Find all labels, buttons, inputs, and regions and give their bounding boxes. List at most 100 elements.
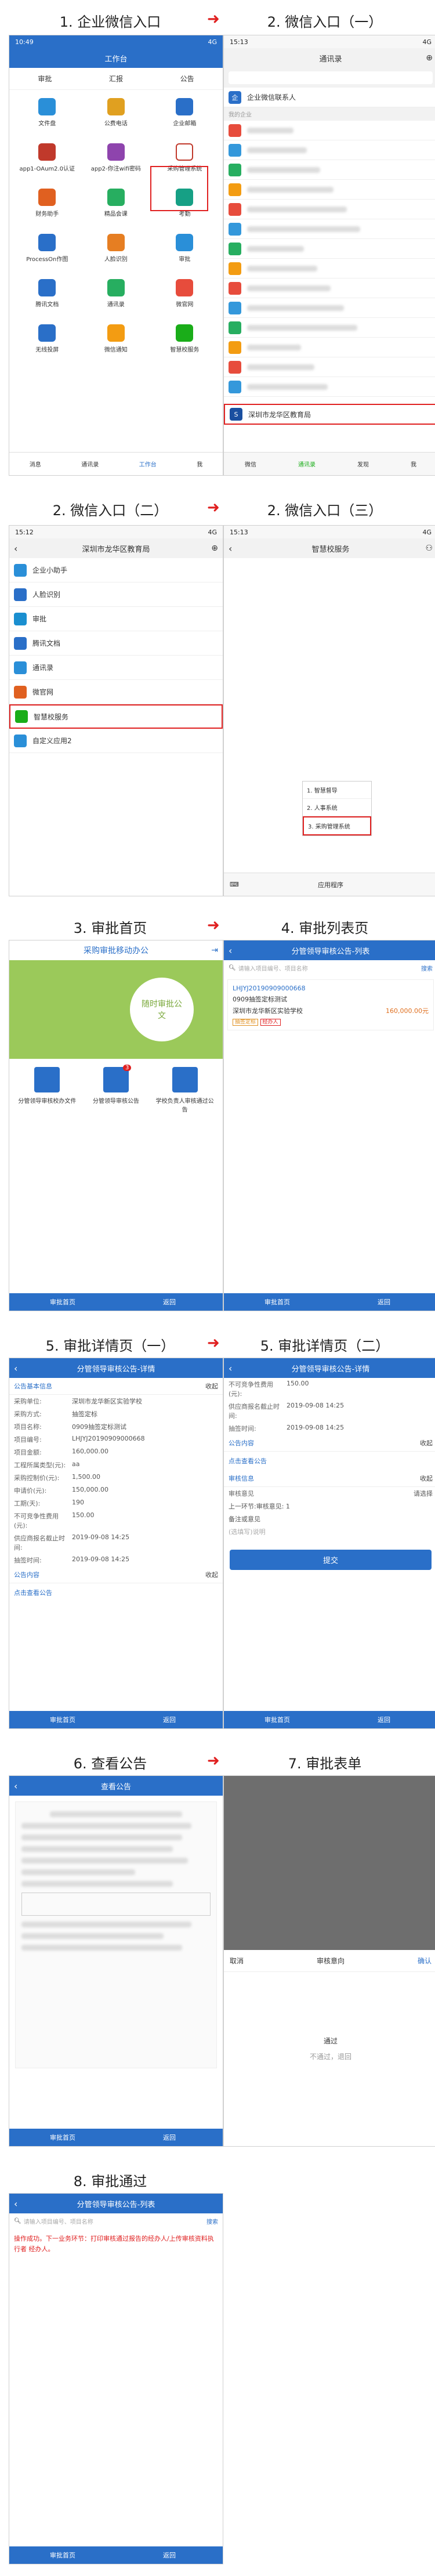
contact-row[interactable] — [224, 338, 435, 357]
menu-purchase[interactable]: 3. 采购管理系统 — [303, 816, 371, 835]
nav-home[interactable]: 审批首页 — [9, 1711, 116, 1728]
contact-row[interactable] — [224, 318, 435, 338]
app-tile[interactable]: 通讯录 — [82, 274, 151, 320]
cancel-button[interactable]: 取消 — [230, 1956, 244, 1966]
section-content[interactable]: 公告内容 收起 — [9, 1566, 223, 1583]
contact-row[interactable] — [224, 180, 435, 200]
contact-row[interactable] — [224, 259, 435, 278]
search-input[interactable]: 请输入项目编号、项目名称 — [238, 964, 421, 972]
org-item[interactable]: 自定义应用2 — [9, 729, 223, 753]
org-item[interactable]: 通讯录 — [9, 656, 223, 680]
search-button[interactable]: 搜索 — [421, 964, 433, 972]
add-icon[interactable]: ⊕ — [211, 544, 218, 553]
card-notices[interactable]: 3 分管领导审核公告 — [87, 1065, 145, 1113]
back-icon[interactable]: ‹ — [14, 543, 17, 554]
view-notice-link[interactable]: 点击查看公告 — [224, 1452, 435, 1470]
org-item[interactable]: 微官网 — [9, 680, 223, 704]
section-basic[interactable]: 公告基本信息 收起 — [9, 1378, 223, 1395]
bottom-workbench[interactable]: 工作台 — [139, 460, 157, 468]
contact-row[interactable] — [224, 357, 435, 377]
search-button[interactable]: 搜索 — [206, 2217, 218, 2226]
contact-row[interactable] — [224, 219, 435, 239]
contact-row[interactable] — [224, 140, 435, 160]
app-tile[interactable]: 腾讯文档 — [13, 274, 82, 320]
nav-home[interactable]: 审批首页 — [224, 1711, 331, 1728]
app-button[interactable]: 应用程序 — [318, 880, 343, 889]
user-icon[interactable]: ⚇ — [425, 544, 433, 553]
opinion-select[interactable]: 请选择 — [287, 1489, 433, 1498]
bottom-me[interactable]: 我 — [197, 460, 202, 468]
back-icon[interactable]: ‹ — [229, 1363, 232, 1374]
back-icon[interactable]: ‹ — [14, 1781, 17, 1792]
contact-row[interactable]: 企企业微信联系人 — [224, 88, 435, 107]
contact-row[interactable] — [224, 298, 435, 318]
org-item[interactable]: 审批 — [9, 607, 223, 631]
bottom-messages[interactable]: 消息 — [30, 460, 41, 468]
nav-back[interactable]: 返回 — [331, 1711, 435, 1728]
app-tile[interactable]: 智慧校服务 — [150, 320, 219, 365]
app-tile[interactable]: 财务助手 — [13, 184, 82, 229]
bottom-contacts[interactable]: 通讯录 — [81, 460, 99, 468]
org-item[interactable]: 人脸识别 — [9, 583, 223, 607]
contact-row[interactable] — [224, 121, 435, 140]
nav-home[interactable]: 审批首页 — [9, 1293, 116, 1311]
app-tile[interactable]: 审批 — [150, 229, 219, 274]
option-pass[interactable]: 通过 — [224, 2036, 435, 2046]
app-tile[interactable]: 无线投屏 — [13, 320, 82, 365]
tab-approve[interactable]: 审批 — [38, 74, 52, 84]
add-contact-icon[interactable]: ⊕ — [426, 53, 433, 63]
app-tile[interactable]: 人脸识别 — [82, 229, 151, 274]
edu-bureau-row[interactable]: S 深圳市龙华区教育局 — [224, 404, 435, 425]
nav-back[interactable]: 返回 — [116, 2129, 223, 2146]
app-tile[interactable]: 企业邮箱 — [150, 93, 219, 139]
nav-home[interactable]: 审批首页 — [9, 2129, 116, 2146]
app-tile[interactable]: 微官网 — [150, 274, 219, 320]
nav-back[interactable]: 返回 — [331, 1293, 435, 1311]
app-tile[interactable]: 公费电话 — [82, 93, 151, 139]
back-icon[interactable]: ‹ — [229, 945, 232, 956]
app-tile[interactable]: 微信通知 — [82, 320, 151, 365]
bottom-wechat[interactable]: 微信 — [245, 460, 256, 468]
contact-row[interactable] — [224, 200, 435, 219]
card-approved[interactable]: 学校负责人审核通过公告 — [156, 1067, 214, 1113]
app-tile[interactable]: ProcessOn作图 — [13, 229, 82, 274]
app-tile[interactable]: app2-你注wifi密码 — [82, 139, 151, 184]
nav-back[interactable]: 返回 — [116, 1293, 223, 1311]
tab-report[interactable]: 汇报 — [109, 74, 123, 84]
remark-input[interactable]: (选填写)说明 — [224, 1525, 435, 1538]
back-icon[interactable]: ‹ — [14, 2198, 17, 2209]
bottom-me[interactable]: 我 — [411, 460, 416, 468]
contact-row[interactable] — [224, 239, 435, 259]
back-icon[interactable]: ‹ — [14, 1363, 17, 1374]
section-content[interactable]: 公告内容 收起 — [224, 1435, 435, 1452]
app-tile[interactable]: app1-OAum2.0认证 — [13, 139, 82, 184]
list-item[interactable]: LHJYJ20190909000668 0909抽签定标测试 深圳市龙华新区实验… — [227, 979, 434, 1030]
option-reject[interactable]: 不通过，退回 — [224, 2052, 435, 2061]
search-input[interactable]: 请输入项目编号、项目名称 — [24, 2217, 206, 2226]
confirm-button[interactable]: 确认 — [418, 1956, 432, 1966]
bottom-contacts[interactable]: 通讯录 — [298, 460, 316, 468]
tab-notice[interactable]: 公告 — [180, 74, 194, 84]
nav-back[interactable]: 返回 — [116, 1711, 223, 1728]
contact-row[interactable] — [224, 160, 435, 180]
nav-home[interactable]: 审批首页 — [224, 1293, 331, 1311]
bottom-discover[interactable]: 发现 — [357, 460, 369, 468]
contact-row[interactable] — [224, 278, 435, 298]
nav-back[interactable]: 返回 — [116, 2546, 223, 2564]
logout-icon[interactable]: ⇥ — [211, 946, 218, 955]
menu-supervise[interactable]: 1. 智慧督导 — [303, 782, 371, 799]
view-notice-link[interactable]: 点击查看公告 — [9, 1583, 223, 1602]
app-tile[interactable]: 文件盘 — [13, 93, 82, 139]
card-school-files[interactable]: 分管领导审核校办文件 — [18, 1067, 76, 1113]
nav-home[interactable]: 审批首页 — [9, 2546, 116, 2564]
back-icon[interactable]: ‹ — [229, 543, 232, 554]
org-item[interactable]: 智慧校服务 — [9, 704, 223, 729]
section-review[interactable]: 审核信息 收起 — [224, 1470, 435, 1487]
keyboard-icon[interactable]: ⌨ — [230, 881, 239, 888]
org-item[interactable]: 腾讯文档 — [9, 631, 223, 656]
submit-button[interactable]: 提交 — [230, 1550, 432, 1570]
opinion-row[interactable]: 审核意见 请选择 — [224, 1487, 435, 1500]
app-tile[interactable]: 精品会课 — [82, 184, 151, 229]
menu-hr[interactable]: 2. 人事系统 — [303, 799, 371, 816]
org-item[interactable]: 企业小助手 — [9, 558, 223, 583]
